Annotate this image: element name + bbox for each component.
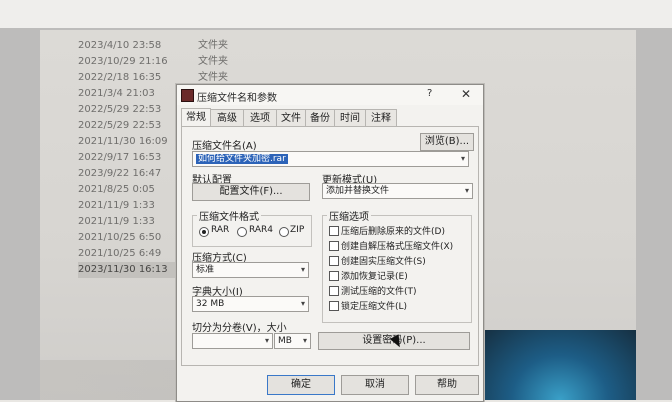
method-value: 标准: [196, 265, 215, 275]
radio-rar4[interactable]: [237, 227, 247, 237]
radio-rar-label: RAR: [211, 225, 230, 235]
update-mode-select[interactable]: 添加并替换文件 ▾: [322, 183, 473, 199]
list-item-type: 文件夹: [198, 40, 228, 51]
list-item-type: 文件夹: [198, 56, 228, 67]
list-item-date: 2023/4/10 23:58: [78, 40, 162, 51]
radio-rar4-label: RAR4: [249, 225, 274, 235]
list-item[interactable]: 2023/4/10 23:58 文件夹: [78, 38, 228, 54]
dictionary-value: 32 MB: [196, 299, 225, 309]
dialog-title: 压缩文件名和参数: [197, 93, 277, 104]
tab-time[interactable]: 时间: [334, 109, 366, 127]
tab-files[interactable]: 文件: [276, 109, 306, 127]
list-item-date: 2021/8/25 0:05: [78, 184, 155, 195]
general-tab-panel: 压缩文件名(A) 浏览(B)... 如何给文件夹加密.rar ▾ 默认配置 配置…: [181, 126, 479, 366]
radio-zip-label: ZIP: [290, 225, 305, 235]
cancel-button[interactable]: 取消: [341, 375, 409, 395]
checkbox-solid[interactable]: [329, 256, 339, 266]
list-item-date: 2023/9/22 16:47: [78, 168, 162, 179]
split-unit-select[interactable]: MB ▾: [274, 333, 311, 349]
tab-general[interactable]: 常规: [181, 108, 211, 127]
wallpaper-glow: [484, 330, 636, 400]
list-item-date: 2022/9/17 16:53: [78, 152, 162, 163]
option-sfx: 创建自解压格式压缩文件(X): [341, 242, 454, 252]
option-test: 测试压缩的文件(T): [341, 287, 417, 297]
chevron-down-icon[interactable]: ▾: [461, 152, 465, 166]
help-icon[interactable]: ?: [427, 88, 432, 99]
profiles-button[interactable]: 配置文件(F)...: [192, 183, 310, 201]
list-item[interactable]: 2023/11/30 16:13: [78, 262, 188, 278]
checkbox-sfx[interactable]: [329, 241, 339, 251]
browse-button[interactable]: 浏览(B)...: [420, 133, 474, 151]
list-item-date: 2021/11/9 1:33: [78, 200, 155, 211]
option-lock: 锁定压缩文件(L): [341, 302, 408, 312]
list-item-date: 2023/10/29 21:16: [78, 56, 168, 67]
radio-rar[interactable]: [199, 227, 209, 237]
format-group: 压缩文件格式 RAR RAR4 ZIP: [192, 208, 312, 247]
tab-backup[interactable]: 备份: [305, 109, 335, 127]
compress-dialog: 压缩文件名和参数 ? ✕ 常规 高级 选项 文件 备份 时间 注释 压缩文件名(…: [176, 84, 484, 402]
list-item-date: 2022/2/18 16:35: [78, 72, 162, 83]
option-solid: 创建固实压缩文件(S): [341, 257, 426, 267]
chevron-down-icon[interactable]: ▾: [301, 297, 305, 311]
split-unit-value: MB: [278, 336, 292, 346]
checkbox-lock[interactable]: [329, 301, 339, 311]
list-item[interactable]: 2023/10/29 21:16 文件夹: [78, 54, 228, 70]
options-group: 压缩选项 压缩后删除原来的文件(D) 创建自解压格式压缩文件(X) 创建固实压缩…: [322, 208, 472, 323]
list-item-date: 2021/3/4 21:03: [78, 88, 155, 99]
checkbox-delete-after[interactable]: [329, 226, 339, 236]
options-group-title: 压缩选项: [327, 208, 371, 223]
archive-name-input[interactable]: 如何给文件夹加密.rar ▾: [192, 151, 469, 167]
format-group-title: 压缩文件格式: [197, 208, 261, 223]
list-item-date: 2022/5/29 22:53: [78, 120, 162, 131]
list-item-date: 2023/11/30 16:13: [78, 264, 168, 275]
tab-options[interactable]: 选项: [243, 109, 277, 127]
chevron-down-icon[interactable]: ▾: [265, 334, 269, 348]
winrar-icon: [181, 89, 194, 102]
archive-name-value: 如何给文件夹加密.rar: [196, 154, 288, 164]
archive-name-label: 压缩文件名(A): [192, 141, 257, 152]
chevron-down-icon[interactable]: ▾: [465, 184, 469, 198]
option-recovery: 添加恢复记录(E): [341, 272, 408, 282]
tab-comment[interactable]: 注释: [365, 109, 397, 127]
list-item-date: 2021/10/25 6:49: [78, 248, 162, 259]
tab-advanced[interactable]: 高级: [210, 109, 244, 127]
help-button[interactable]: 帮助: [415, 375, 479, 395]
method-select[interactable]: 标准 ▾: [192, 262, 309, 278]
checkbox-test[interactable]: [329, 286, 339, 296]
option-delete-after: 压缩后删除原来的文件(D): [341, 227, 445, 237]
checkbox-recovery[interactable]: [329, 271, 339, 281]
chevron-down-icon[interactable]: ▾: [301, 263, 305, 277]
split-label: 切分为分卷(V)，大小: [192, 323, 287, 334]
list-item-date: 2021/11/30 16:09: [78, 136, 168, 147]
chevron-down-icon[interactable]: ▾: [303, 334, 307, 348]
update-mode-value: 添加并替换文件: [326, 186, 390, 196]
radio-zip[interactable]: [279, 227, 289, 237]
split-size-input[interactable]: ▾: [192, 333, 273, 349]
list-item-date: 2022/5/29 22:53: [78, 104, 162, 115]
list-item-date: 2021/10/25 6:50: [78, 232, 162, 243]
close-icon[interactable]: ✕: [461, 87, 471, 101]
dictionary-select[interactable]: 32 MB ▾: [192, 296, 309, 312]
ok-button[interactable]: 确定: [267, 375, 335, 395]
list-item-date: 2021/11/9 1:33: [78, 216, 155, 227]
title-bar[interactable]: 压缩文件名和参数 ? ✕: [177, 85, 483, 105]
